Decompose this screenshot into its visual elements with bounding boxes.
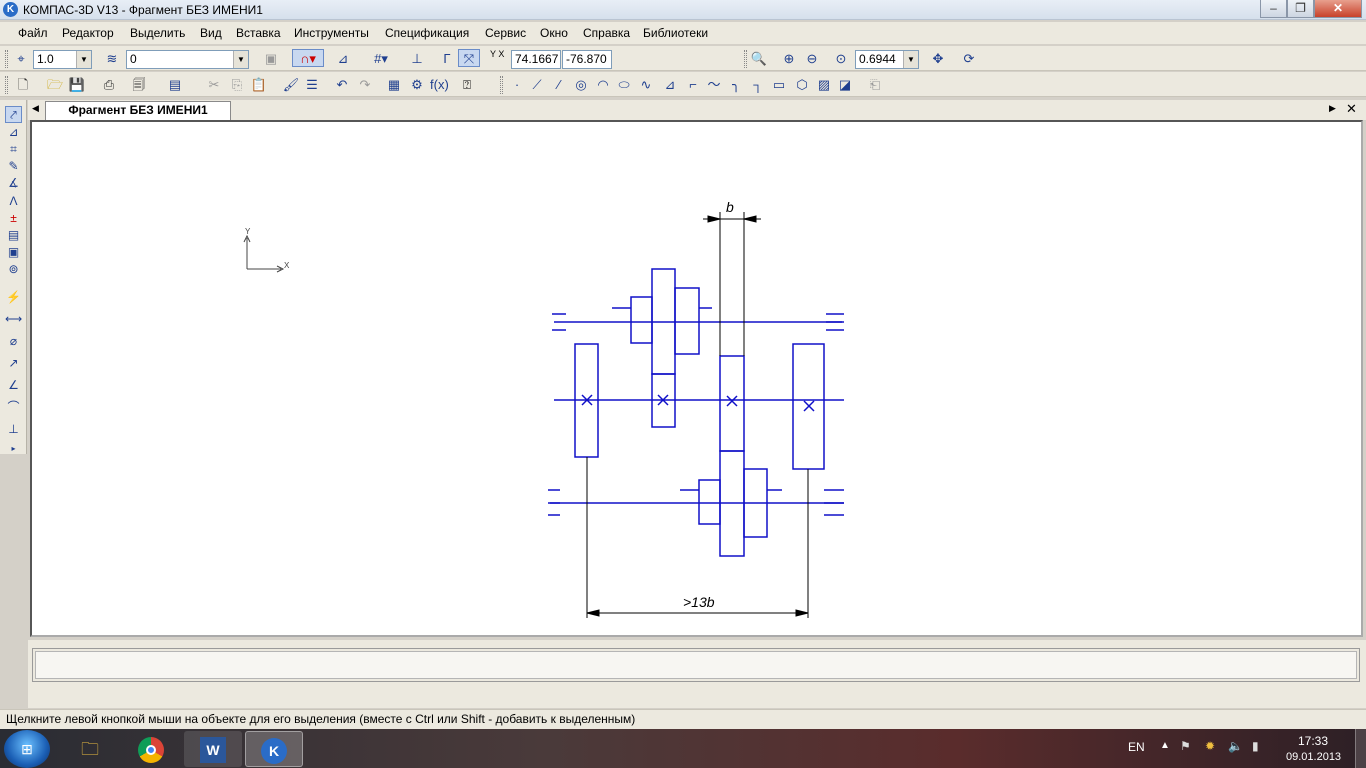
- dimension-lines: [586, 212, 809, 618]
- network-icon[interactable]: ⚑: [1180, 739, 1191, 753]
- explorer-taskbar-button[interactable]: 🗀: [61, 731, 119, 767]
- command-input-field[interactable]: [35, 651, 1357, 679]
- word-icon: W: [200, 737, 226, 764]
- power-icon[interactable]: ▮: [1252, 739, 1259, 753]
- action-center-icon[interactable]: ✹: [1205, 739, 1215, 753]
- folder-icon: 🗀: [81, 739, 99, 759]
- status-hint: Щелкните левой кнопкой мыши на объекте д…: [6, 712, 636, 726]
- word-taskbar-button[interactable]: W: [184, 731, 242, 767]
- clock-time[interactable]: 17:33: [1298, 734, 1328, 748]
- dimension-top-label: b: [726, 199, 734, 215]
- clock-date[interactable]: 09.01.2013: [1286, 751, 1341, 763]
- kompas-taskbar-button[interactable]: K: [245, 731, 303, 767]
- gear-middle-3: [719, 355, 745, 452]
- chrome-icon: [138, 737, 164, 764]
- volume-icon[interactable]: 🔈: [1228, 739, 1243, 753]
- tray-expand-icon[interactable]: ▲: [1160, 740, 1170, 751]
- gear-top-right: [674, 287, 700, 355]
- axis-y-label: Y: [245, 227, 251, 236]
- windows-logo-icon: ⊞: [21, 741, 33, 757]
- gear-top-left: [630, 296, 653, 344]
- kompas-icon: K: [261, 738, 287, 765]
- gear-scheme-lines: [548, 268, 844, 557]
- dimension-bottom-label: >13b: [683, 594, 715, 610]
- show-desktop-button[interactable]: [1355, 729, 1366, 768]
- chrome-taskbar-button[interactable]: [122, 731, 180, 767]
- coordinate-system: [243, 234, 285, 273]
- gear-bottom-left: [698, 479, 721, 525]
- start-button[interactable]: ⊞: [4, 730, 50, 768]
- language-indicator[interactable]: EN: [1128, 740, 1145, 754]
- axis-x-label: X: [284, 261, 290, 270]
